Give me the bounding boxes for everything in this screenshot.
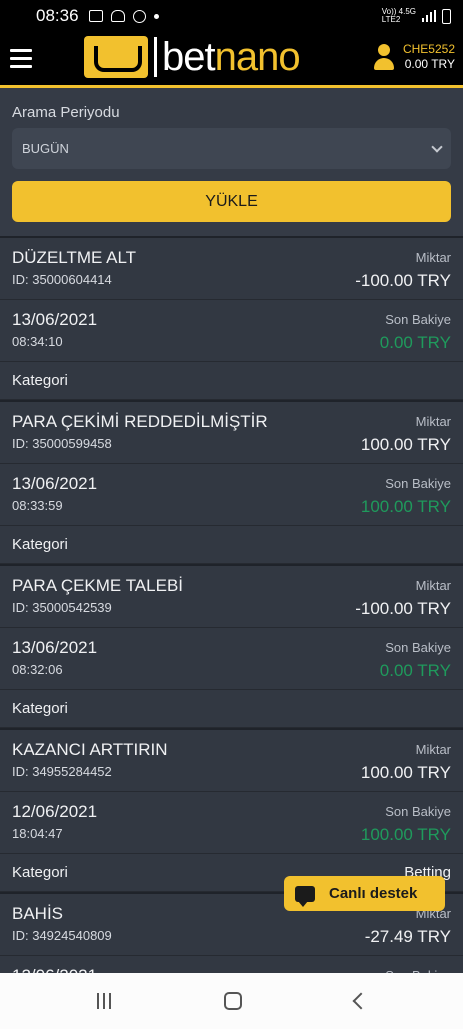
- transaction-date: 13/06/2021: [12, 310, 98, 329]
- last-balance-value: 100.00 TRY: [360, 825, 451, 844]
- transaction-title: BAHİS: [12, 904, 64, 923]
- transaction-date-row: 13/06/2021 08:32:06 Son Bakiye 0.00 TRY: [0, 628, 463, 690]
- transaction-card: KAZANCI ARTTIRIN ID: 34955284452 Miktar …: [0, 728, 463, 892]
- transaction-date-row: 13/06/2021 08:33:59 Son Bakiye 100.00 TR…: [0, 464, 463, 526]
- live-support-button[interactable]: Canlı destek: [284, 876, 445, 911]
- notification-icons: [88, 9, 159, 23]
- transaction-date-row: 12/06/2021 18:04:47 Son Bakiye 100.00 TR…: [0, 792, 463, 854]
- transaction-amount: -27.49 TRY: [364, 927, 451, 946]
- transaction-time: 08:33:59: [12, 498, 63, 513]
- last-balance-value: 0.00 TRY: [379, 661, 451, 680]
- chat-icon: [295, 885, 315, 907]
- battery-icon: [442, 8, 451, 24]
- network-indicator: Vo)) 4.5G LTE2: [381, 7, 416, 24]
- status-bar: 08:36 Vo)) 4.5G LTE2: [0, 0, 463, 32]
- transaction-amount: 100.00 TRY: [360, 435, 451, 454]
- transaction-time: 08:34:10: [12, 334, 63, 349]
- transaction-card: DÜZELTME ALT ID: 35000604414 Miktar -100…: [0, 236, 463, 400]
- amount-label: Miktar: [415, 250, 451, 265]
- transaction-id: ID: 35000542539: [12, 600, 112, 615]
- period-selected-value: BUGÜN: [22, 141, 69, 156]
- live-support-label: Canlı destek: [329, 885, 418, 902]
- load-button[interactable]: YÜKLE: [12, 181, 451, 222]
- transaction-date: 13/06/2021: [12, 638, 98, 657]
- gallery-icon: [88, 10, 103, 22]
- chevron-down-icon: [431, 140, 443, 153]
- user-account[interactable]: CHE5252 0.00 TRY: [373, 42, 455, 72]
- category-label: Kategori: [12, 864, 68, 881]
- transaction-date-row: 13/06/2021 08:34:10 Son Bakiye 0.00 TRY: [0, 300, 463, 362]
- transaction-id: ID: 34924540809: [12, 928, 112, 943]
- transaction-category-row: Kategori: [0, 526, 463, 564]
- period-label: Arama Periyodu: [12, 104, 120, 121]
- last-balance-label: Son Bakiye: [385, 804, 451, 819]
- category-label: Kategori: [12, 372, 68, 389]
- chrome-icon: [132, 9, 146, 23]
- weather-icon: [110, 10, 125, 22]
- user-info: CHE5252 0.00 TRY: [403, 42, 455, 72]
- user-icon: [373, 44, 395, 72]
- logo-mark-icon: [84, 36, 148, 78]
- signal-icon: [422, 10, 436, 22]
- transaction-id: ID: 35000604414: [12, 272, 112, 287]
- transaction-title: PARA ÇEKİMİ REDDEDİLMİŞTİR: [12, 412, 268, 431]
- transaction-title: DÜZELTME ALT: [12, 248, 137, 267]
- category-label: Kategori: [12, 700, 68, 717]
- system-nav-bar: [0, 973, 463, 1029]
- app-header: betnano CHE5252 0.00 TRY: [0, 32, 463, 88]
- transaction-amount: -100.00 TRY: [355, 271, 451, 290]
- home-icon[interactable]: [223, 992, 242, 1010]
- transaction-header-row: PARA ÇEKME TALEBİ ID: 35000542539 Miktar…: [0, 566, 463, 628]
- transaction-header-row: PARA ÇEKİMİ REDDEDİLMİŞTİR ID: 350005994…: [0, 402, 463, 464]
- transaction-header-row: KAZANCI ARTTIRIN ID: 34955284452 Miktar …: [0, 730, 463, 792]
- amount-label: Miktar: [415, 742, 451, 757]
- more-notifications-icon: [153, 13, 159, 19]
- menu-icon[interactable]: [10, 49, 32, 68]
- transaction-date: 12/06/2021: [12, 802, 98, 821]
- last-balance-value: 100.00 TRY: [360, 497, 451, 516]
- transaction-card: PARA ÇEKME TALEBİ ID: 35000542539 Miktar…: [0, 564, 463, 728]
- logo-wordmark: betnano: [162, 35, 301, 79]
- filter-panel: Arama Periyodu BUGÜN YÜKLE: [0, 88, 463, 236]
- transaction-time: 18:04:47: [12, 826, 63, 841]
- transaction-header-row: DÜZELTME ALT ID: 35000604414 Miktar -100…: [0, 238, 463, 300]
- period-select[interactable]: BUGÜN: [12, 128, 451, 169]
- transaction-title: KAZANCI ARTTIRIN: [12, 740, 168, 759]
- recent-apps-icon[interactable]: [96, 993, 111, 1009]
- transaction-category-row: Kategori: [0, 362, 463, 400]
- transaction-date: 13/06/2021: [12, 474, 98, 493]
- transaction-category-row: Kategori: [0, 690, 463, 728]
- last-balance-label: Son Bakiye: [385, 476, 451, 491]
- username: CHE5252: [402, 42, 455, 56]
- back-icon[interactable]: [352, 992, 369, 1010]
- status-right: Vo)) 4.5G LTE2: [382, 8, 451, 24]
- amount-label: Miktar: [415, 414, 451, 429]
- transaction-amount: -100.00 TRY: [355, 599, 451, 618]
- header-balance: 0.00 TRY: [404, 57, 455, 71]
- logo-divider: [154, 37, 157, 77]
- status-time: 08:36: [36, 6, 79, 25]
- transaction-title: PARA ÇEKME TALEBİ: [12, 576, 184, 595]
- amount-label: Miktar: [415, 578, 451, 593]
- transaction-id: ID: 34955284452: [12, 764, 112, 779]
- transaction-id: ID: 35000599458: [12, 436, 112, 451]
- transaction-time: 08:32:06: [12, 662, 63, 677]
- transaction-card: PARA ÇEKİMİ REDDEDİLMİŞTİR ID: 350005994…: [0, 400, 463, 564]
- last-balance-value: 0.00 TRY: [379, 333, 451, 352]
- last-balance-label: Son Bakiye: [385, 312, 451, 327]
- transaction-amount: 100.00 TRY: [360, 763, 451, 782]
- category-label: Kategori: [12, 536, 68, 553]
- last-balance-label: Son Bakiye: [385, 640, 451, 655]
- brand-logo[interactable]: betnano: [84, 35, 301, 79]
